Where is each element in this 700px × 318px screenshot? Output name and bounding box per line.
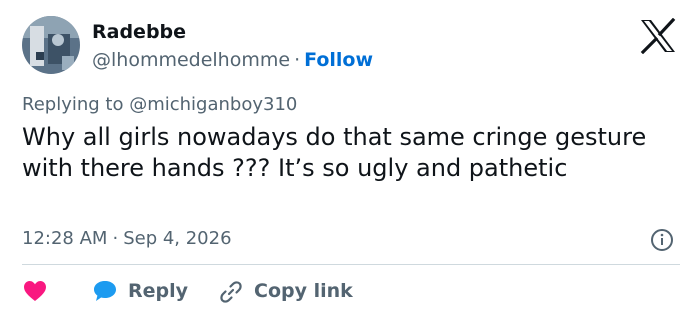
reply-button[interactable]: Reply: [92, 279, 188, 303]
avatar[interactable]: [22, 16, 80, 74]
handle-row: @lhommedelhomme · Follow: [92, 48, 373, 72]
speech-bubble-icon: [94, 281, 116, 301]
heart-icon: [24, 281, 46, 301]
display-name[interactable]: Radebbe: [92, 20, 186, 44]
link-icon: [220, 281, 242, 303]
avatar-image: [22, 16, 80, 74]
timestamp[interactable]: 12:28 AM · Sep 4, 2026: [22, 228, 232, 250]
reply-label: Reply: [128, 280, 189, 302]
info-icon[interactable]: [650, 228, 674, 252]
time-separator: ·: [112, 228, 119, 249]
tweet-card: Radebbe @lhommedelhomme · Follow Replying …: [0, 0, 700, 318]
tweet-date: Sep 4, 2026: [123, 228, 232, 249]
like-button[interactable]: [22, 279, 48, 303]
tweet-text: Why all girls nowadays do that same crin…: [22, 123, 647, 182]
user-handle[interactable]: @lhommedelhomme: [92, 49, 290, 71]
copy-link-button[interactable]: Copy link: [218, 279, 353, 303]
reply-context: Replying to @michiganboy310: [22, 94, 297, 116]
x-logo-icon[interactable]: [638, 17, 678, 55]
copy-link-label: Copy link: [254, 280, 353, 302]
action-bar: Reply Copy link: [22, 276, 353, 306]
follow-button[interactable]: Follow: [304, 49, 373, 71]
handle-separator: ·: [294, 49, 301, 71]
divider: [22, 264, 680, 265]
replied-user-mention[interactable]: @michiganboy310: [129, 94, 297, 115]
replying-to-label: Replying to: [22, 94, 124, 115]
tweet-time: 12:28 AM: [22, 228, 108, 249]
